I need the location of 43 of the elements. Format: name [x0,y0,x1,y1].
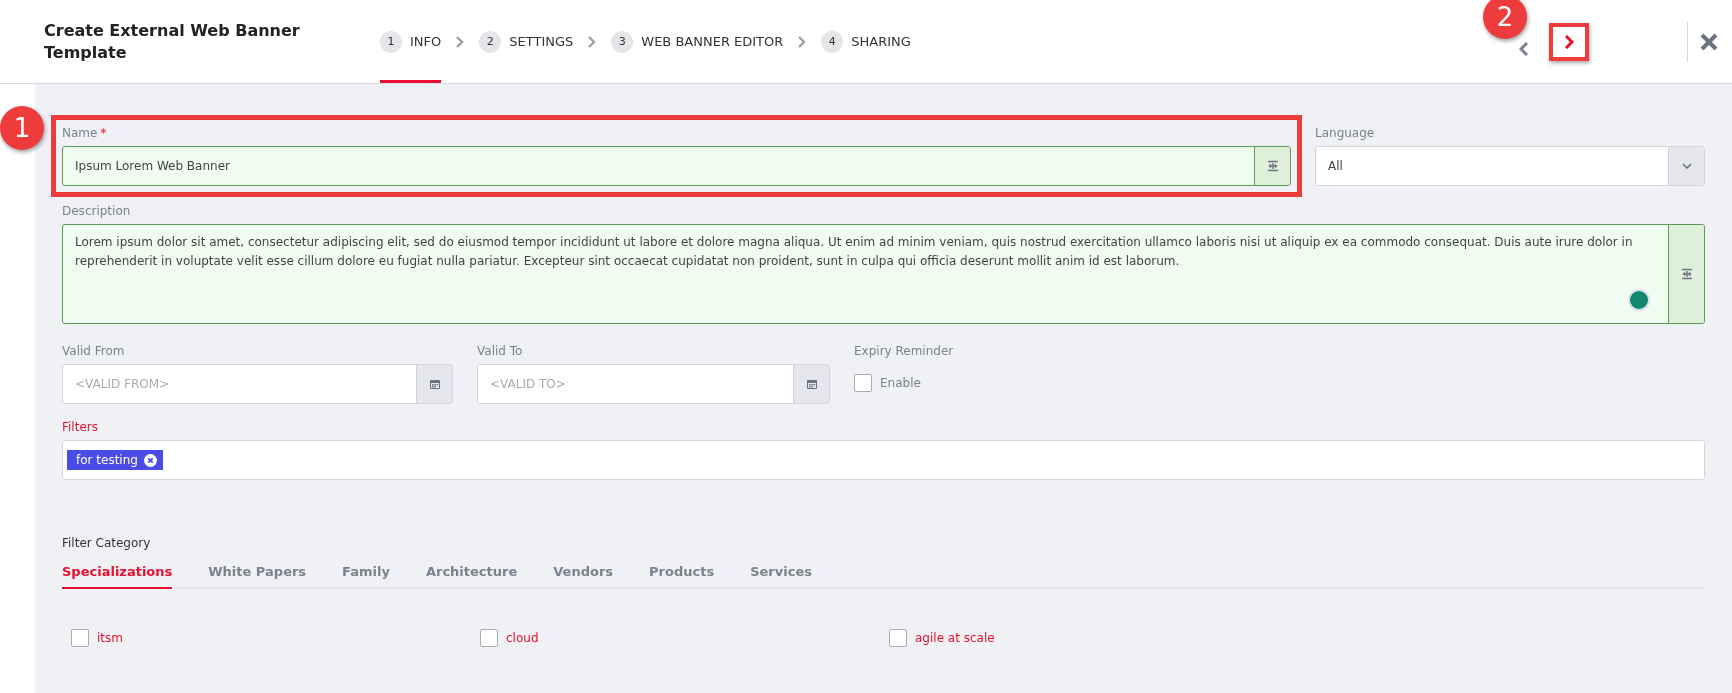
grammar-icon [1628,289,1650,311]
checkbox-label: cloud [506,631,539,645]
field-label: Valid From [62,344,126,358]
checkbox[interactable] [854,374,872,392]
checkbox[interactable] [480,629,498,647]
description-text: Lorem ipsum dolor sit amet, consectetur adipiscing elit, sed do eiusmod tempor incididunt ut labore et dolore magna aliqua. Ut enim ad minim veniam, quis nostrud exercitation ullamco laboris nisi ut aliquip ex ea commodo consequat. Duis aute irure dolor in reprehenderit in voluptate velit esse cillum dolore eu fugiat nulla pariatur. Excepteur sint occaecat cupidatat non proident, sunt in culpa qui officia deserunt mollit anim id est laborum. [75,235,1633,268]
previous-button[interactable] [1517,40,1531,57]
callout-number: 2 [1483,0,1527,39]
wizard-step[interactable]: 4 SHARING [821,0,911,83]
description-field[interactable] [62,224,1705,324]
wizard-step[interactable]: 2 SETTINGS [479,0,574,83]
chevron-right-icon [797,35,808,48]
checkbox-label: Enable [880,376,921,390]
category-tab[interactable]: Specializations [62,564,173,589]
wizard-step[interactable]: 3 WEB BANNER EDITOR [611,0,784,83]
calendar-icon [805,378,818,390]
field-label: Language [1315,126,1376,140]
chevron-right-icon [587,35,598,48]
date-field[interactable]: <VALID TO> [478,365,793,403]
dialog-title: Create External Web Banner Template [44,19,301,64]
checkbox-label: agile at scale [915,631,995,645]
calendar-icon [428,378,441,390]
text-format-icon [1680,268,1693,280]
text-format-icon [1266,160,1279,172]
section-label: Filter Category [62,536,152,550]
field-label: Name * [62,126,108,140]
callout-number: 1 [0,106,44,150]
remove-icon[interactable] [143,453,157,467]
date-field[interactable]: <VALID TO> [477,364,830,404]
caret-icon [1681,163,1692,169]
chevron-right-icon [455,35,466,48]
field-label: Valid To [477,344,524,358]
checkbox[interactable] [71,629,89,647]
checkbox[interactable] [889,629,907,647]
filter-tag: for testing [67,450,163,470]
chevron-left-icon [1519,41,1529,56]
field-label: Filters [62,420,99,434]
next-button[interactable] [1549,22,1589,61]
field-label: Expiry Reminder [854,344,955,358]
checkbox-label: itsm [97,631,123,645]
chevron-right-icon [1564,34,1574,49]
field-label: Description [62,204,132,218]
filters-field[interactable]: for testing [62,440,1705,480]
